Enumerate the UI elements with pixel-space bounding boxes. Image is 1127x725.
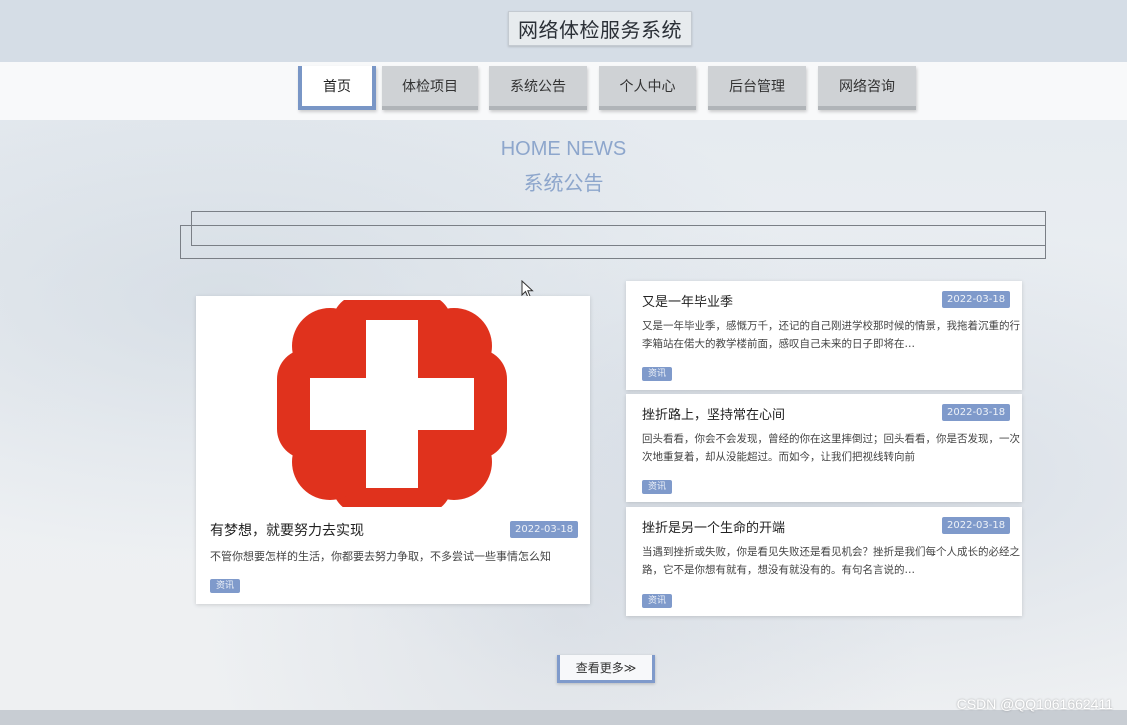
notice-frame-outer bbox=[180, 225, 1046, 259]
section-heading-cn: 系统公告 bbox=[523, 171, 604, 195]
nav-item-personal-center[interactable]: 个人中心 bbox=[599, 66, 696, 110]
news-list-item[interactable]: 又是一年毕业季 2022-03-18 又是一年毕业季，感慨万千，还记的自己刚进学… bbox=[626, 281, 1022, 390]
nav-item-exam-items[interactable]: 体检项目 bbox=[382, 66, 478, 110]
footer-band bbox=[0, 710, 1127, 725]
view-more-button[interactable]: 查看更多≫ bbox=[557, 655, 655, 683]
news-tag: 资讯 bbox=[642, 594, 673, 608]
featured-news-desc: 不管你想要怎样的生活，你都要去努力争取，不多尝试一些事情怎么知 bbox=[210, 550, 551, 563]
featured-news-date: 2022-03-18 bbox=[510, 521, 579, 538]
nav-item-home[interactable]: 首页 bbox=[298, 66, 376, 110]
news-summary: 当遇到挫折或失败，你是看见失败还是看见机会？挫折是我们每个人成长的必经之路，它不… bbox=[642, 546, 1020, 576]
news-summary: 回头看看，你会不会发现，曾经的你在这里摔倒过；回头看看，你是否发现，一次次地重复… bbox=[642, 433, 1020, 463]
news-date: 2022-03-18 bbox=[942, 291, 1011, 308]
news-title[interactable]: 挫折是另一个生命的开端 bbox=[642, 517, 785, 536]
site-title: 网络体检服务系统 bbox=[508, 11, 692, 46]
news-date: 2022-03-18 bbox=[942, 517, 1011, 534]
nav-item-consult[interactable]: 网络咨询 bbox=[818, 66, 916, 110]
nav-item-admin[interactable]: 后台管理 bbox=[708, 66, 806, 110]
news-tag: 资讯 bbox=[642, 480, 673, 494]
watermark-text: CSDN @QQ1061662411 bbox=[956, 696, 1113, 712]
news-list-item[interactable]: 挫折是另一个生命的开端 2022-03-18 当遇到挫折或失败，你是看见失败还是… bbox=[626, 507, 1022, 616]
featured-news-tag: 资讯 bbox=[210, 579, 241, 593]
featured-news-title[interactable]: 有梦想，就要努力去实现 bbox=[210, 520, 364, 540]
red-cross-icon bbox=[202, 300, 584, 507]
featured-news-card[interactable]: 有梦想，就要努力去实现 2022-03-18 不管你想要怎样的生活，你都要去努力… bbox=[196, 296, 590, 604]
news-list-item[interactable]: 挫折路上，坚持常在心间 2022-03-18 回头看看，你会不会发现，曾经的你在… bbox=[626, 394, 1022, 502]
news-tag: 资讯 bbox=[642, 367, 673, 381]
news-date: 2022-03-18 bbox=[942, 404, 1011, 421]
news-title[interactable]: 挫折路上，坚持常在心间 bbox=[642, 404, 785, 423]
news-summary: 又是一年毕业季，感慨万千，还记的自己刚进学校那时候的情景，我拖着沉重的行李箱站在… bbox=[642, 320, 1020, 350]
nav-item-announcements[interactable]: 系统公告 bbox=[489, 66, 587, 110]
section-heading-en: HOME NEWS bbox=[500, 138, 627, 160]
news-title[interactable]: 又是一年毕业季 bbox=[642, 291, 733, 310]
